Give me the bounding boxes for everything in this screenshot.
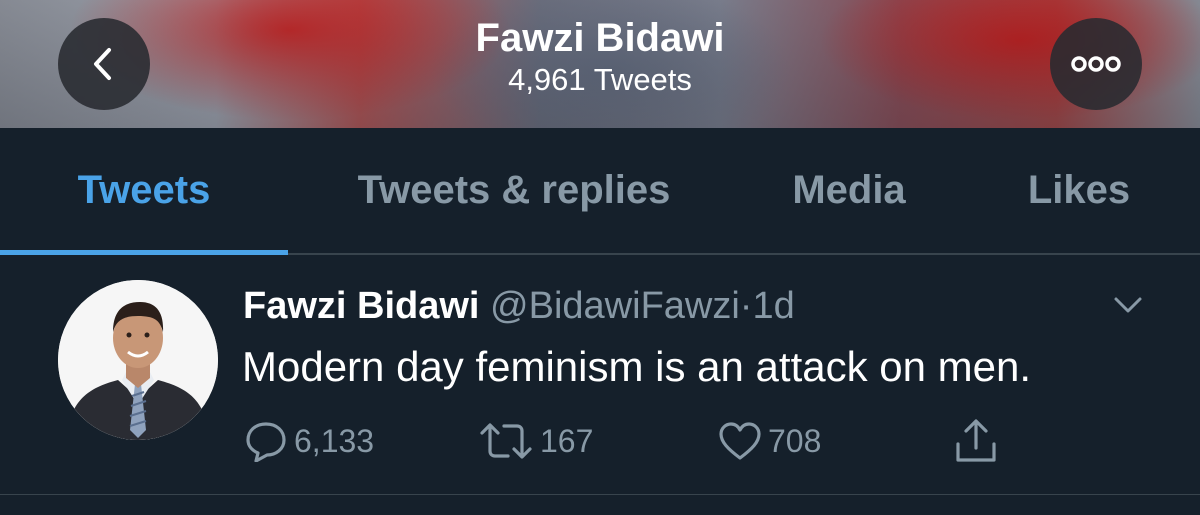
like-count: 708 <box>768 422 822 459</box>
tweet-author-handle[interactable]: @BidawiFawzi <box>490 285 740 327</box>
header-title-block: Fawzi Bidawi 4,961 Tweets <box>0 0 1200 98</box>
profile-name: Fawzi Bidawi <box>475 16 725 60</box>
avatar[interactable] <box>58 280 218 440</box>
tweet-author-name[interactable]: Fawzi Bidawi <box>243 285 479 327</box>
share-button[interactable] <box>952 419 1000 462</box>
tab-tweets[interactable]: Tweets <box>0 128 288 253</box>
tweet-header: Fawzi Bidawi @BidawiFawzi·1d <box>243 283 795 329</box>
tweet-timestamp[interactable]: 1d <box>752 285 794 327</box>
reply-button[interactable]: 6,133 <box>244 421 375 462</box>
tab-media[interactable]: Media <box>740 128 958 253</box>
chevron-down-icon[interactable] <box>1108 285 1148 325</box>
profile-tabs: Tweets Tweets & replies Media Likes <box>0 128 1200 255</box>
heart-icon <box>719 422 761 460</box>
tab-tweets-and-replies[interactable]: Tweets & replies <box>288 128 740 253</box>
tweet-count: 4,961 Tweets <box>508 62 692 97</box>
share-icon <box>956 419 996 462</box>
retweet-button[interactable]: 167 <box>478 421 593 461</box>
more-button[interactable] <box>1050 18 1142 110</box>
like-button[interactable]: 708 <box>718 421 821 461</box>
tweet-text: Modern day feminism is an attack on men. <box>242 343 1032 390</box>
separator-dot: · <box>739 285 753 327</box>
more-dots-icon <box>1071 56 1121 72</box>
retweet-icon <box>480 423 532 459</box>
tweet-item[interactable]: Fawzi Bidawi @BidawiFawzi·1d Modern day … <box>0 255 1200 495</box>
profile-header: Fawzi Bidawi 4,961 Tweets <box>0 0 1200 128</box>
tab-likes[interactable]: Likes <box>958 128 1200 253</box>
reply-count: 6,133 <box>294 422 375 459</box>
reply-icon <box>246 422 286 462</box>
retweet-count: 167 <box>540 422 594 459</box>
